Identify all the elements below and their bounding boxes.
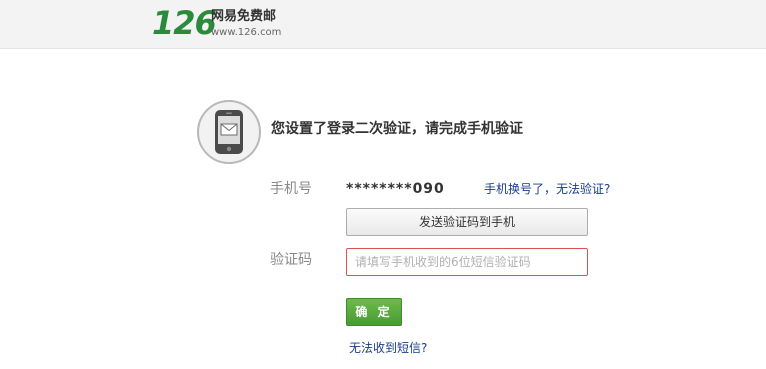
logo-url: www.126.com xyxy=(211,27,282,38)
phone-icon-graphic xyxy=(215,110,243,154)
phone-message-icon xyxy=(197,100,261,164)
top-header: 126 网易免费邮 www.126.com xyxy=(0,0,766,49)
masked-phone-number: ********090 xyxy=(346,181,445,197)
code-label: 验证码 xyxy=(270,252,312,268)
no-sms-link[interactable]: 无法收到短信? xyxy=(349,340,427,356)
logo-126[interactable]: 126 xyxy=(152,4,217,42)
send-code-button[interactable]: 发送验证码到手机 xyxy=(346,208,588,236)
phone-label: 手机号 xyxy=(270,181,312,197)
phone-changed-link[interactable]: 手机换号了，无法验证? xyxy=(484,181,610,197)
verification-headline: 您设置了登录二次验证，请完成手机验证 xyxy=(271,121,523,137)
confirm-button[interactable]: 确 定 xyxy=(346,298,402,326)
verification-code-input[interactable] xyxy=(346,248,588,276)
logo-service-name: 网易免费邮 xyxy=(211,9,277,24)
